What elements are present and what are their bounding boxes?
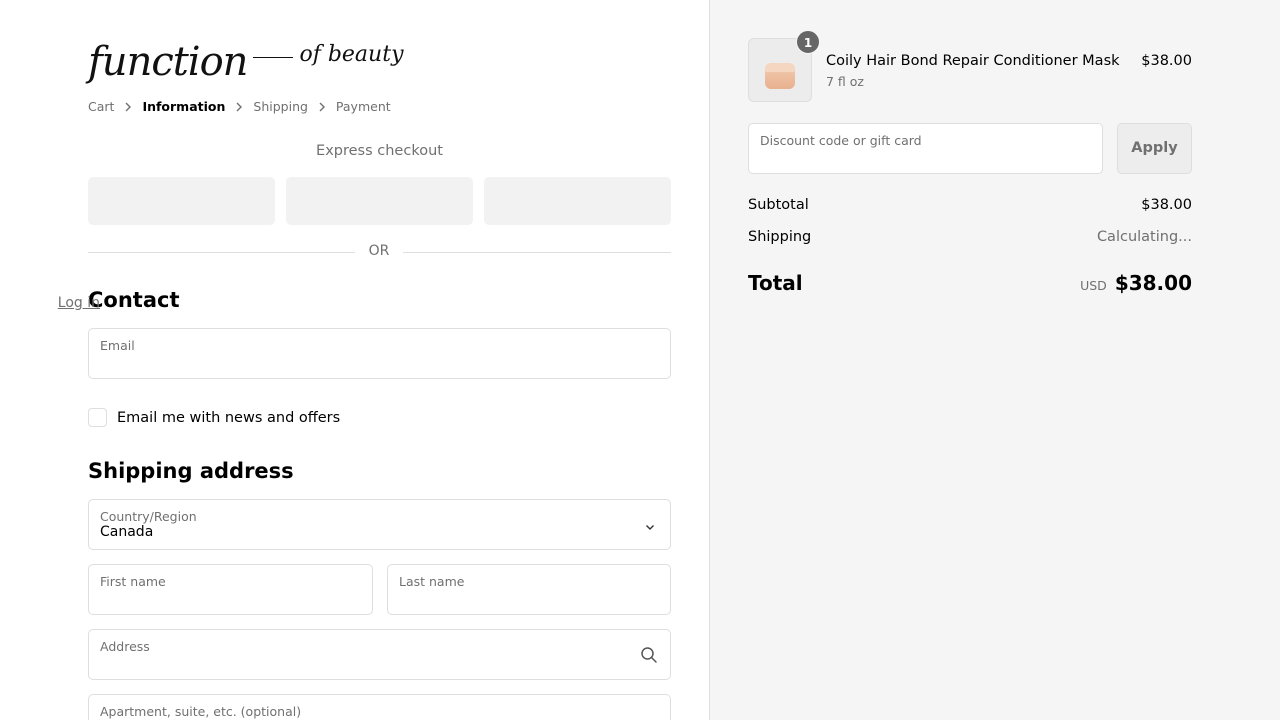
total-value: $38.00 [1114, 271, 1192, 295]
total-label: Total [748, 271, 803, 295]
newsletter-label: Email me with news and offers [117, 409, 341, 426]
country-select[interactable]: Country/Region Canada [88, 499, 671, 550]
subtotal-value: $38.00 [1141, 197, 1192, 213]
logo-wordmark: function [88, 39, 248, 85]
last-name-label: Last name [399, 574, 465, 589]
apartment-field[interactable]: Apartment, suite, etc. (optional) [88, 694, 671, 720]
email-field[interactable]: Email [88, 328, 671, 379]
breadcrumb-payment: Payment [335, 99, 391, 114]
chevron-down-icon [644, 518, 656, 537]
express-pay-button-2[interactable] [286, 177, 473, 225]
chevron-right-icon [308, 100, 336, 113]
shipping-address-heading: Shipping address [88, 459, 294, 483]
shipping-label: Shipping [748, 229, 812, 245]
chevron-right-icon [114, 100, 142, 113]
last-name-field[interactable]: Last name [387, 564, 671, 615]
order-summary [710, 0, 1280, 720]
logo-rule [253, 57, 294, 58]
subtotal-label: Subtotal [748, 197, 809, 213]
product-price: $38.00 [1141, 53, 1192, 69]
discount-code-input[interactable]: Discount code or gift card [748, 123, 1103, 174]
or-line-right [403, 252, 671, 253]
contact-heading: Contact [88, 288, 180, 312]
search-icon [640, 646, 658, 668]
total-amount: USD $38.00 [1080, 271, 1192, 295]
country-value: Canada [100, 524, 154, 540]
or-label: OR [368, 243, 390, 259]
checkout-main: function of beauty Cart Information Ship… [0, 0, 709, 720]
newsletter-checkbox[interactable] [88, 408, 107, 427]
brand-logo[interactable]: function of beauty [88, 34, 404, 82]
newsletter-option[interactable]: Email me with news and offers [88, 408, 340, 427]
logo-subtitle: of beauty [299, 42, 404, 67]
express-pay-button-3[interactable] [484, 177, 671, 225]
country-label: Country/Region [100, 509, 197, 524]
first-name-label: First name [100, 574, 166, 589]
address-label: Address [100, 639, 150, 654]
or-divider: OR [88, 243, 671, 261]
breadcrumb: Cart Information Shipping Payment [88, 99, 391, 114]
apply-discount-button[interactable]: Apply [1117, 123, 1192, 174]
chevron-right-icon [225, 100, 253, 113]
breadcrumb-information: Information [142, 99, 226, 114]
apartment-label: Apartment, suite, etc. (optional) [100, 704, 302, 719]
product-jar-lid [765, 63, 795, 72]
discount-code-label: Discount code or gift card [760, 133, 922, 148]
login-link[interactable]: Log in [58, 295, 100, 311]
or-line-left [88, 252, 355, 253]
first-name-field[interactable]: First name [88, 564, 373, 615]
breadcrumb-shipping: Shipping [253, 99, 308, 114]
total-currency: USD [1080, 278, 1107, 293]
express-checkout-title: Express checkout [316, 143, 443, 159]
product-name: Coily Hair Bond Repair Conditioner Mask [826, 53, 1120, 69]
breadcrumb-cart[interactable]: Cart [88, 99, 114, 114]
address-field[interactable]: Address [88, 629, 671, 680]
shipping-value: Calculating... [1096, 229, 1192, 245]
product-variant: 7 fl oz [826, 74, 864, 89]
email-field-label: Email [100, 338, 135, 353]
express-pay-button-1[interactable] [88, 177, 275, 225]
quantity-badge: 1 [796, 30, 820, 54]
